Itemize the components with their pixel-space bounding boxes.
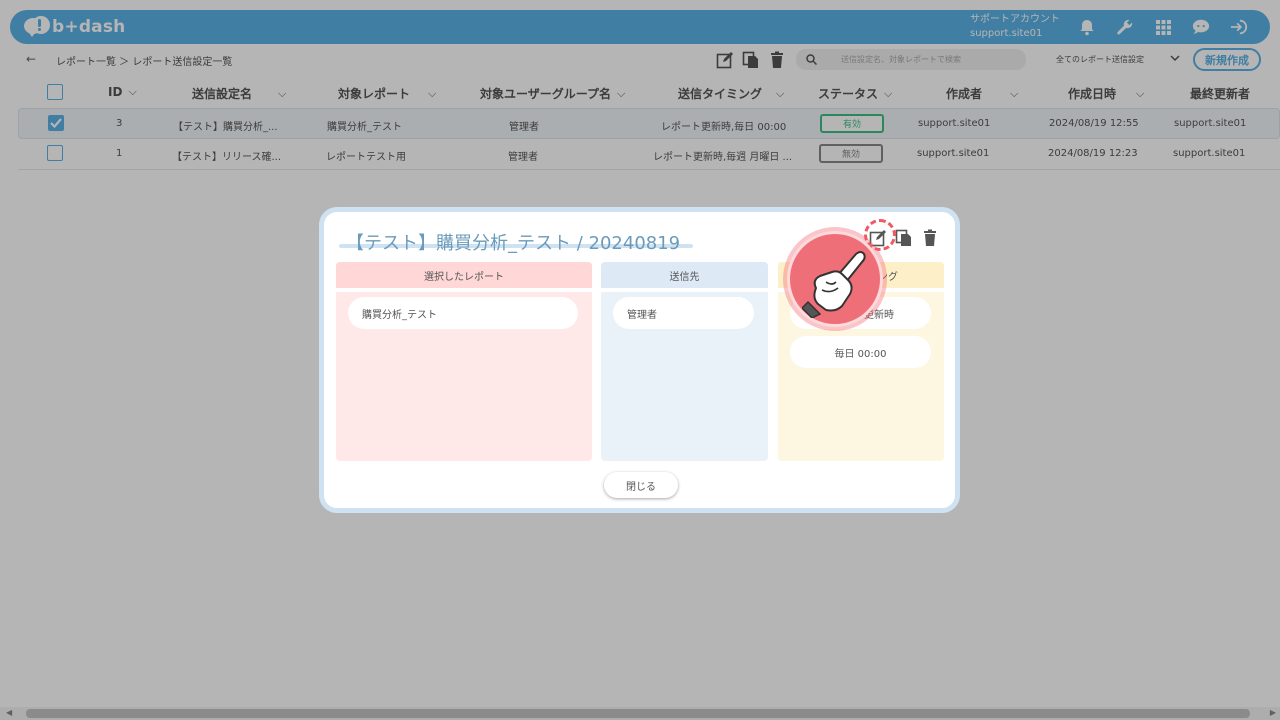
- modal-title: 【テスト】購買分析_テスト / 20240819: [346, 233, 681, 254]
- timing-chip: 毎日 00:00: [790, 336, 931, 368]
- modal-copy-icon[interactable]: [895, 229, 913, 247]
- recipient-panel: 送信先 管理者: [601, 262, 768, 461]
- close-button[interactable]: 閉じる: [604, 472, 678, 498]
- modal-trash-icon[interactable]: [921, 229, 939, 247]
- recipient-chip: 管理者: [613, 297, 754, 329]
- recipient-heading: 送信先: [601, 262, 768, 288]
- pointing-hand-icon: [787, 231, 883, 327]
- report-chip: 購買分析_テスト: [348, 297, 578, 329]
- selected-report-heading: 選択したレポート: [336, 262, 592, 288]
- selected-report-panel: 選択したレポート 購買分析_テスト: [336, 262, 592, 461]
